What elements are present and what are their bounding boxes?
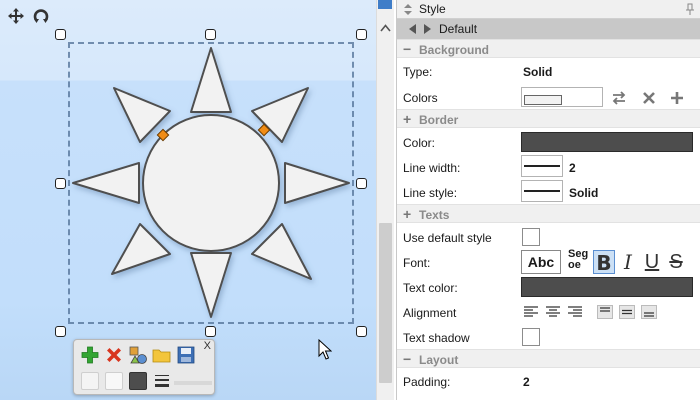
folder-icon[interactable]	[152, 345, 172, 365]
colors-label: Colors	[403, 91, 438, 105]
use-default-style-label: Use default style	[403, 231, 492, 245]
type-label: Type:	[403, 65, 433, 79]
resize-handle-top[interactable]	[205, 29, 216, 40]
align-right-icon[interactable]	[567, 305, 583, 319]
align-left-icon[interactable]	[523, 305, 539, 319]
underline-button[interactable]: U	[641, 250, 663, 274]
panel-title-bar: Style	[397, 0, 700, 19]
colors-picker[interactable]	[521, 87, 603, 107]
panel-tab-marker[interactable]	[378, 0, 392, 9]
line-style-value[interactable]: Solid	[569, 186, 598, 200]
text-color-swatch[interactable]	[521, 277, 693, 297]
style-panel: Style Default − Background Type: Solid C…	[396, 0, 700, 400]
toolbar-grip	[174, 381, 212, 385]
section-texts[interactable]: + Texts	[397, 204, 700, 223]
line-style-icon[interactable]	[154, 373, 170, 389]
type-value[interactable]: Solid	[523, 65, 552, 79]
add-icon[interactable]	[80, 345, 100, 365]
mouse-cursor-icon	[318, 339, 332, 360]
add-color-icon[interactable]	[669, 90, 685, 106]
resize-handle-bottom[interactable]	[205, 326, 216, 337]
fill-swatch-light[interactable]	[81, 372, 99, 390]
section-background[interactable]: − Background	[397, 39, 700, 58]
padding-label: Padding:	[403, 375, 451, 389]
sun-ray-right	[284, 162, 350, 204]
use-default-style-checkbox[interactable]	[522, 228, 540, 246]
sun-ray-top	[190, 47, 232, 113]
resize-handle-top-left[interactable]	[55, 29, 66, 40]
text-shadow-checkbox[interactable]	[522, 328, 540, 346]
resize-handle-right[interactable]	[356, 178, 367, 189]
section-border[interactable]: + Border	[397, 109, 700, 128]
italic-button[interactable]: I	[617, 250, 639, 274]
valign-bottom-icon[interactable]	[641, 305, 657, 319]
resize-handle-bottom-left[interactable]	[55, 326, 66, 337]
font-preview[interactable]: Abc	[521, 250, 561, 274]
expand-icon[interactable]: +	[403, 206, 411, 222]
quick-toolbar-close-button[interactable]: X	[204, 340, 211, 352]
line-width-sample[interactable]	[521, 155, 563, 177]
bold-button[interactable]: B	[593, 250, 615, 275]
clear-colors-icon[interactable]	[641, 90, 657, 106]
collapse-icon[interactable]: −	[403, 351, 411, 367]
delete-icon[interactable]	[104, 345, 124, 365]
valign-top-icon[interactable]	[597, 305, 613, 319]
panel-title: Style	[419, 2, 446, 16]
resize-handle-bottom-right[interactable]	[356, 326, 367, 337]
sun-ray-top-right	[251, 87, 309, 143]
expand-icon[interactable]: +	[403, 111, 411, 127]
border-color-label: Color:	[403, 136, 436, 150]
line-width-label: Line width:	[403, 161, 461, 175]
style-name: Default	[439, 22, 478, 36]
style-navigator: Default	[397, 19, 700, 39]
next-arrow-icon[interactable]	[421, 23, 433, 35]
quick-toolbar: X	[73, 339, 215, 395]
font-name[interactable]: Seg oe	[568, 249, 588, 271]
sun-ray-bottom	[190, 252, 232, 318]
text-color-label: Text color:	[403, 281, 458, 295]
collapse-icon[interactable]: −	[403, 41, 411, 57]
section-layout[interactable]: − Layout	[397, 349, 700, 368]
fill-swatch-white[interactable]	[105, 372, 123, 390]
shapes-icon[interactable]	[128, 345, 148, 365]
resize-handle-left[interactable]	[55, 178, 66, 189]
pin-icon[interactable]	[685, 3, 695, 16]
valign-middle-icon[interactable]	[619, 305, 635, 319]
canvas-scrollbar[interactable]	[376, 0, 394, 400]
resize-handle-top-right[interactable]	[356, 29, 367, 40]
text-shadow-label: Text shadow	[403, 331, 470, 345]
save-icon[interactable]	[176, 345, 196, 365]
sun-ray-bottom-left	[111, 223, 171, 275]
sun-ray-bottom-right	[251, 223, 312, 280]
border-color-swatch[interactable]	[521, 132, 693, 152]
drawing-canvas[interactable]: X	[0, 0, 376, 400]
sun-ray-left	[72, 162, 140, 204]
fill-swatch-dark[interactable]	[129, 372, 147, 390]
scrollbar-thumb[interactable]	[379, 223, 392, 383]
swap-icon[interactable]	[611, 90, 627, 106]
font-label: Font:	[403, 256, 431, 270]
alignment-label: Alignment	[403, 306, 457, 320]
padding-value[interactable]: 2	[523, 375, 530, 389]
align-center-icon[interactable]	[545, 305, 561, 319]
line-style-label: Line style:	[403, 186, 458, 200]
previous-arrow-icon[interactable]	[407, 23, 419, 35]
sort-icon[interactable]	[403, 3, 413, 16]
scroll-up-icon[interactable]	[377, 20, 394, 36]
strikethrough-button[interactable]: S	[665, 250, 687, 274]
line-width-value[interactable]: 2	[569, 161, 576, 175]
line-style-sample[interactable]	[521, 180, 563, 202]
